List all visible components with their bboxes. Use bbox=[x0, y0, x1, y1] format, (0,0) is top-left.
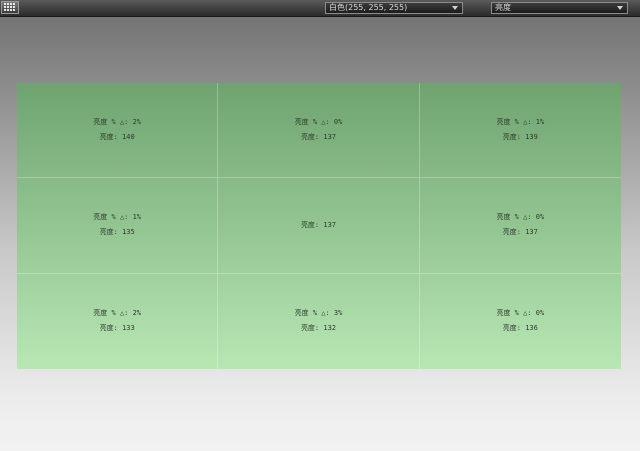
delta-label: 亮度 % △: bbox=[294, 118, 330, 127]
chevron-down-icon bbox=[617, 6, 623, 10]
grid-cell-center: 亮度: 137 bbox=[218, 178, 420, 274]
brightness-value: 132 bbox=[323, 324, 337, 333]
chevron-down-icon bbox=[452, 6, 458, 10]
brightness-line: 亮度: 137 bbox=[301, 133, 336, 142]
brightness-line: 亮度: 136 bbox=[503, 324, 538, 333]
brightness-label: 亮度: bbox=[300, 133, 320, 142]
uniformity-grid: 亮度 % △: 2% 亮度: 140 亮度 % △: 0% 亮度: 137 亮度… bbox=[17, 83, 621, 369]
delta-value: 1% bbox=[132, 213, 142, 222]
brightness-value: 137 bbox=[323, 133, 337, 142]
brightness-line: 亮度: 139 bbox=[503, 133, 538, 142]
delta-label: 亮度 % △: bbox=[496, 118, 532, 127]
top-toolbar: 白色(255, 255, 255) 亮度 bbox=[0, 0, 640, 17]
brightness-value: 140 bbox=[122, 133, 135, 142]
brightness-line: 亮度: 132 bbox=[301, 324, 336, 333]
color-select-value: 白色(255, 255, 255) bbox=[329, 3, 408, 12]
brightness-value: 136 bbox=[525, 324, 538, 333]
brightness-value: 133 bbox=[122, 324, 135, 333]
delta-label: 亮度 % △: bbox=[93, 118, 129, 127]
grid-cell: 亮度 % △: 3% 亮度: 132 bbox=[218, 273, 420, 369]
brightness-value: 135 bbox=[122, 228, 135, 237]
delta-value: 1% bbox=[535, 118, 545, 127]
brightness-line: 亮度: 135 bbox=[100, 228, 135, 237]
delta-value: 0% bbox=[535, 309, 545, 318]
delta-value: 0% bbox=[333, 118, 343, 127]
brightness-label: 亮度: bbox=[300, 324, 320, 333]
grid-cell: 亮度 % △: 0% 亮度: 137 bbox=[419, 178, 621, 274]
delta-line: 亮度 % △: 0% bbox=[496, 213, 544, 222]
brightness-line: 亮度: 140 bbox=[100, 133, 135, 142]
delta-value: 0% bbox=[535, 213, 545, 222]
grid-cell: 亮度 % △: 2% 亮度: 133 bbox=[17, 273, 219, 369]
grid-icon bbox=[4, 3, 15, 11]
delta-line: 亮度 % △: 0% bbox=[496, 309, 544, 318]
delta-line: 亮度 % △: 1% bbox=[93, 213, 141, 222]
delta-label: 亮度 % △: bbox=[496, 309, 532, 318]
brightness-label: 亮度: bbox=[502, 228, 521, 237]
brightness-label: 亮度: bbox=[99, 133, 118, 142]
delta-label: 亮度 % △: bbox=[496, 213, 532, 222]
delta-value: 3% bbox=[333, 309, 343, 318]
grid-cell: 亮度 % △: 0% 亮度: 137 bbox=[218, 83, 420, 179]
brightness-value: 137 bbox=[323, 220, 337, 229]
delta-label: 亮度 % △: bbox=[93, 309, 129, 318]
delta-line: 亮度 % △: 2% bbox=[93, 309, 141, 318]
brightness-label: 亮度: bbox=[99, 228, 118, 237]
grid-layout-button[interactable] bbox=[1, 1, 19, 14]
brightness-line: 亮度: 133 bbox=[100, 324, 135, 333]
brightness-value: 137 bbox=[525, 228, 538, 237]
measure-mode-value: 亮度 bbox=[495, 3, 511, 12]
delta-value: 2% bbox=[132, 118, 142, 127]
delta-line: 亮度 % △: 1% bbox=[496, 118, 544, 127]
brightness-label: 亮度: bbox=[502, 324, 521, 333]
brightness-value: 139 bbox=[525, 133, 538, 142]
measure-mode-select[interactable]: 亮度 bbox=[491, 2, 628, 14]
delta-line: 亮度 % △: 2% bbox=[93, 118, 141, 127]
delta-line: 亮度 % △: 0% bbox=[295, 118, 343, 127]
brightness-label: 亮度: bbox=[300, 220, 320, 229]
brightness-line: 亮度: 137 bbox=[503, 228, 538, 237]
grid-cell: 亮度 % △: 2% 亮度: 140 bbox=[17, 83, 219, 179]
color-select[interactable]: 白色(255, 255, 255) bbox=[325, 2, 463, 14]
grid-cell: 亮度 % △: 1% 亮度: 135 bbox=[17, 178, 219, 274]
grid-cell: 亮度 % △: 1% 亮度: 139 bbox=[419, 83, 621, 179]
delta-line: 亮度 % △: 3% bbox=[295, 309, 343, 318]
delta-label: 亮度 % △: bbox=[93, 213, 129, 222]
delta-value: 2% bbox=[132, 309, 142, 318]
brightness-label: 亮度: bbox=[99, 324, 118, 333]
grid-cell: 亮度 % △: 0% 亮度: 136 bbox=[420, 274, 621, 369]
delta-label: 亮度 % △: bbox=[294, 309, 330, 318]
brightness-label: 亮度: bbox=[502, 133, 521, 142]
brightness-line: 亮度: 137 bbox=[301, 221, 336, 230]
